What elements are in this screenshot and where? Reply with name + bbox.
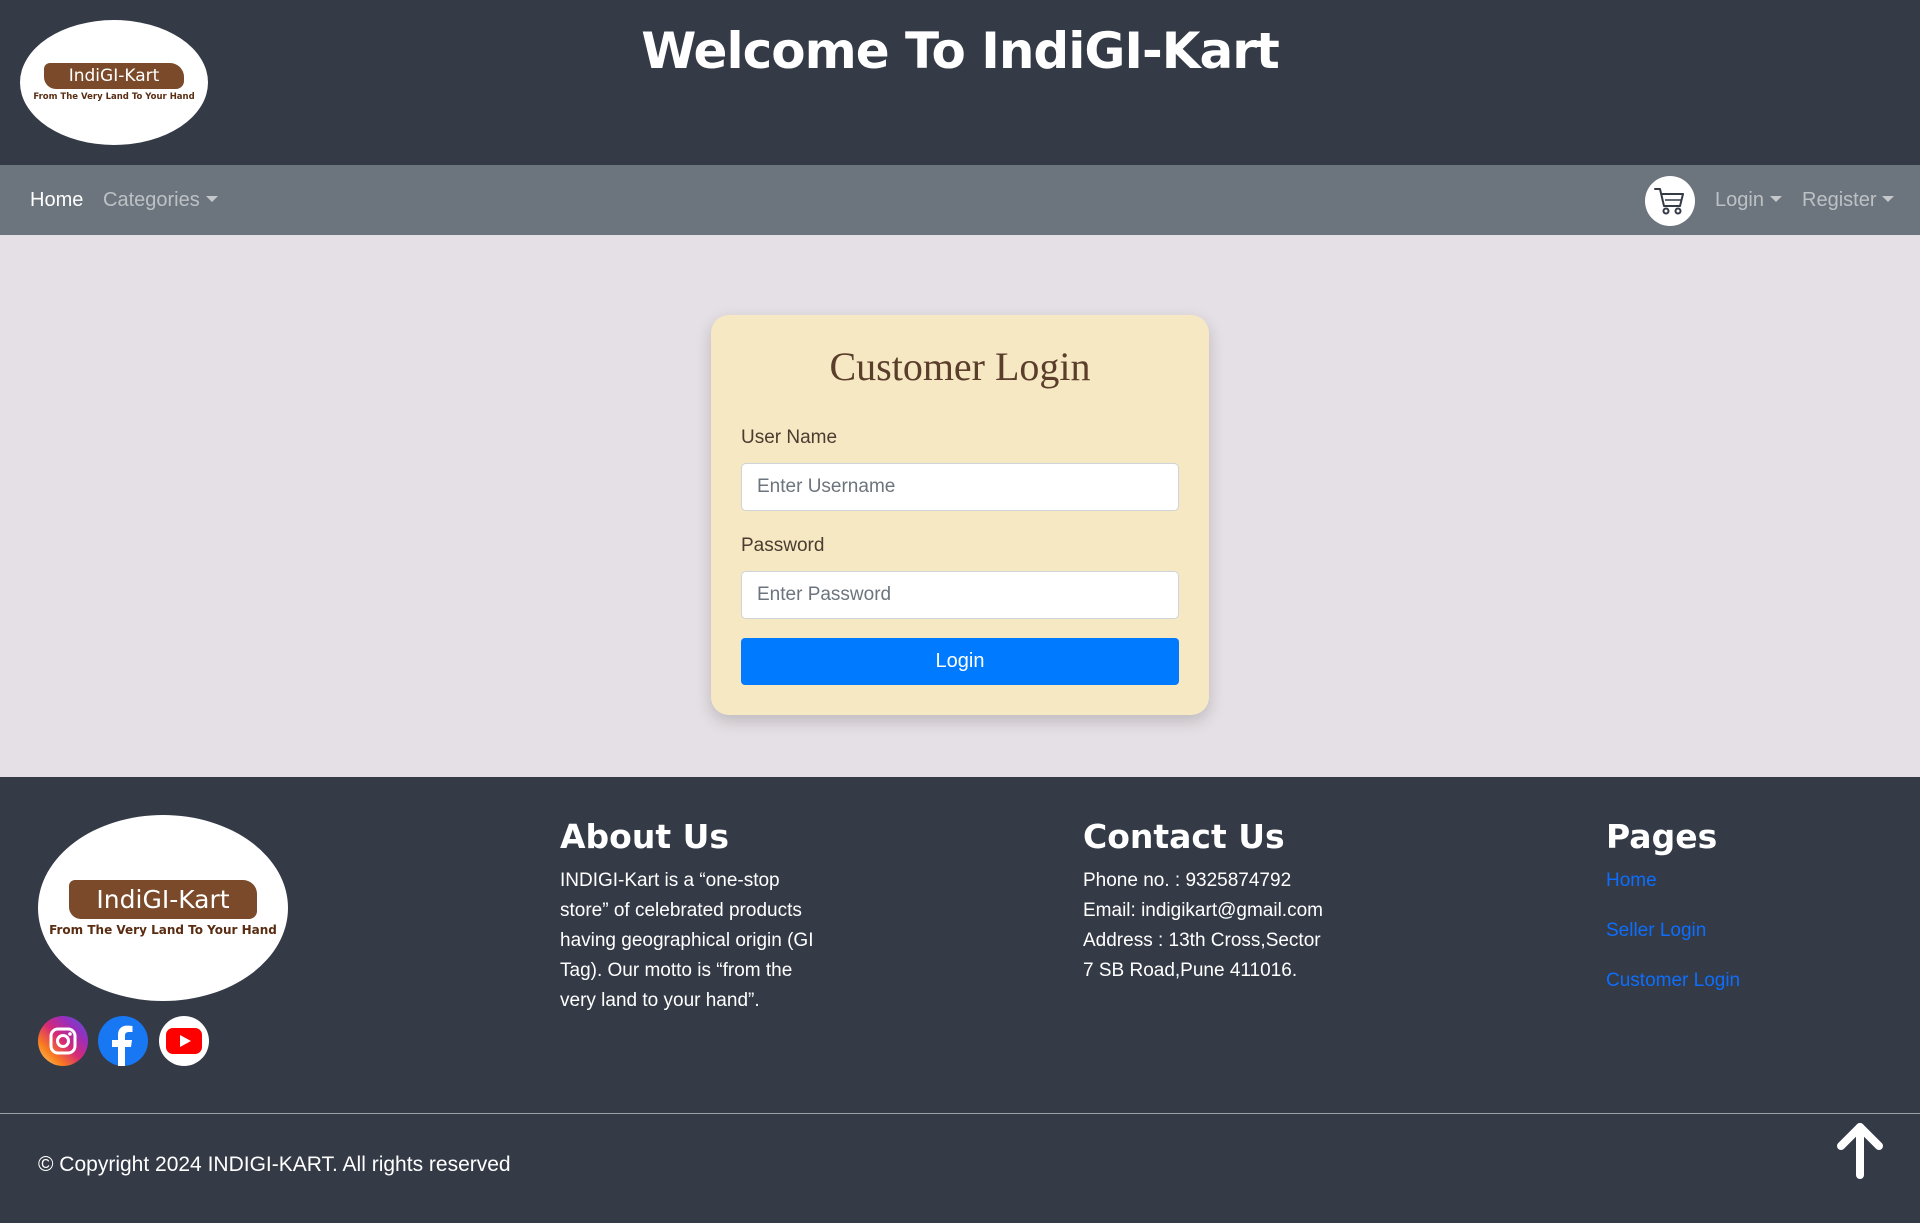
login-card: Customer Login User Name Password Login	[711, 315, 1209, 715]
logo-tagline: From The Very Land To Your Hand	[33, 92, 195, 102]
contact-email: Email: indigikart@gmail.com	[1083, 900, 1323, 921]
cart-icon	[1654, 188, 1684, 215]
facebook-link[interactable]	[98, 1016, 148, 1066]
footer-link-seller-login[interactable]: Seller Login	[1606, 916, 1866, 946]
footer-logo-tagline: From The Very Land To Your Hand	[49, 922, 277, 937]
bottom-strip	[0, 1223, 1920, 1227]
password-input[interactable]	[741, 571, 1179, 619]
login-button[interactable]: Login	[741, 638, 1179, 685]
password-label: Password	[741, 535, 825, 556]
chevron-down-icon	[205, 196, 218, 203]
footer-contact: Contact Us Phone no. : 9325874792 Email:…	[1083, 817, 1403, 986]
instagram-icon	[49, 1027, 77, 1055]
chevron-down-icon	[1769, 196, 1782, 203]
nav-home[interactable]: Home	[30, 165, 83, 235]
navbar: Home Categories Login Register	[0, 165, 1920, 235]
about-line: very land to your hand”.	[560, 990, 760, 1011]
arrow-up-icon[interactable]	[1835, 1123, 1885, 1179]
instagram-link[interactable]	[38, 1016, 88, 1066]
facebook-icon	[112, 1025, 133, 1066]
copyright-text: © Copyright 2024 INDIGI-KART. All rights…	[38, 1153, 511, 1176]
footer-link-home[interactable]: Home	[1606, 866, 1866, 896]
username-input[interactable]	[741, 463, 1179, 511]
about-heading: About Us	[560, 817, 730, 856]
footer-about: About Us INDIGI-Kart is a “one-stop stor…	[560, 817, 860, 1016]
nav-register-dropdown[interactable]: Register	[1802, 165, 1895, 235]
footer-logo[interactable]: IndiGI-Kart From The Very Land To Your H…	[38, 815, 288, 1001]
footer-logo-text: IndiGI-Kart	[69, 879, 257, 919]
contact-address: Address : 13th Cross,Sector	[1083, 930, 1321, 951]
contact-address: 7 SB Road,Pune 411016.	[1083, 960, 1298, 981]
contact-heading: Contact Us	[1083, 817, 1285, 856]
about-line: store” of celebrated products	[560, 900, 802, 921]
page-title: Welcome To IndiGI-Kart	[641, 22, 1280, 80]
footer-link-customer-login[interactable]: Customer Login	[1606, 966, 1866, 996]
top-header: IndiGI-Kart From The Very Land To Your H…	[0, 0, 1920, 165]
main-content: Customer Login User Name Password Login	[0, 235, 1920, 777]
login-title: Customer Login	[829, 344, 1091, 389]
youtube-link[interactable]	[159, 1016, 209, 1066]
about-line: INDIGI-Kart is a “one-stop	[560, 870, 780, 891]
nav-login-label: Login	[1715, 189, 1764, 211]
footer: IndiGI-Kart From The Very Land To Your H…	[0, 777, 1920, 1227]
nav-categories-label: Categories	[103, 189, 200, 211]
nav-login-dropdown[interactable]: Login	[1715, 165, 1782, 235]
pages-heading: Pages	[1606, 817, 1718, 856]
username-label: User Name	[741, 427, 838, 448]
contact-phone: Phone no. : 9325874792	[1083, 870, 1292, 891]
youtube-icon	[166, 1028, 202, 1054]
about-line: Tag). Our motto is “from the	[560, 960, 793, 981]
nav-categories-dropdown[interactable]: Categories	[103, 165, 218, 235]
footer-pages: Pages Home Seller Login Customer Login	[1606, 817, 1866, 1016]
cart-button[interactable]	[1645, 176, 1695, 226]
footer-divider	[0, 1113, 1920, 1114]
about-line: having geographical origin (GI	[560, 930, 814, 951]
chevron-down-icon	[1882, 196, 1895, 203]
nav-register-label: Register	[1802, 189, 1877, 211]
